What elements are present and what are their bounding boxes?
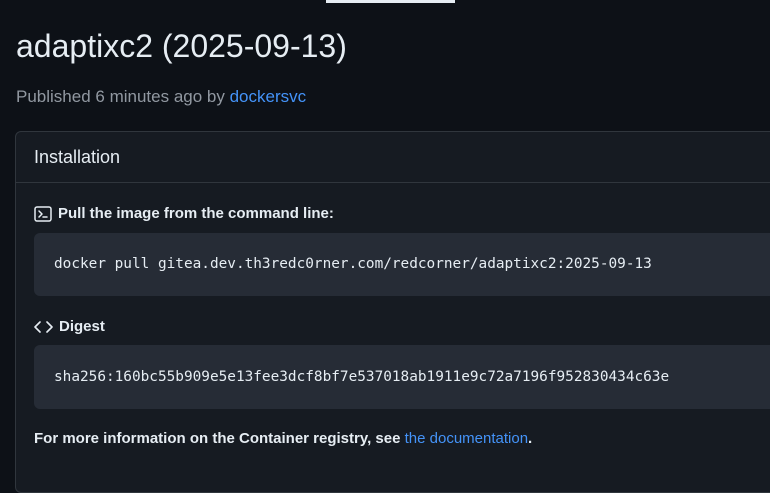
- pull-label: Pull the image from the command line:: [34, 205, 334, 222]
- documentation-link[interactable]: the documentation: [405, 430, 528, 447]
- page-title: adaptixc2 (2025-09-13): [16, 28, 347, 64]
- publisher-link[interactable]: dockersvc: [230, 87, 307, 106]
- digest-value[interactable]: sha256:160bc55b909e5e13fee3dcf8bf7e53701…: [54, 369, 669, 385]
- installation-heading: Installation: [16, 132, 770, 183]
- published-info: Published 6 minutes ago by dockersvc: [16, 86, 306, 108]
- pull-command-box[interactable]: docker pull gitea.dev.th3redc0rner.com/r…: [34, 233, 770, 296]
- registry-info-suffix: .: [528, 430, 533, 447]
- active-tab-indicator: [326, 0, 455, 3]
- pull-label-text: Pull the image from the command line:: [58, 205, 334, 222]
- digest-label: Digest: [34, 318, 105, 335]
- digest-box[interactable]: sha256:160bc55b909e5e13fee3dcf8bf7e53701…: [34, 345, 770, 409]
- digest-label-text: Digest: [59, 318, 105, 335]
- installation-panel: Installation Pull the image from the com…: [15, 131, 770, 493]
- registry-info-text: For more information on the Container re…: [34, 430, 401, 447]
- published-text: Published 6 minutes ago by: [16, 87, 225, 106]
- pull-command[interactable]: docker pull gitea.dev.th3redc0rner.com/r…: [54, 256, 652, 272]
- code-icon: [34, 320, 53, 334]
- registry-info: For more information on the Container re…: [34, 430, 532, 447]
- terminal-icon: [34, 205, 52, 222]
